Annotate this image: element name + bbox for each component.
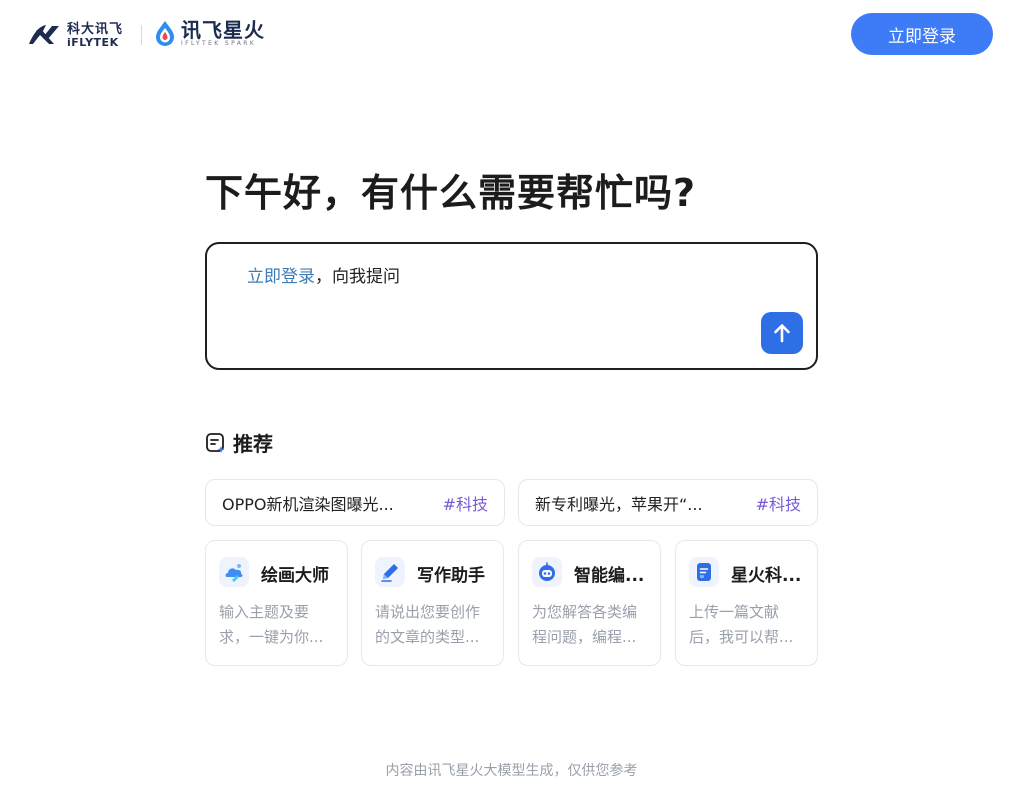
ask-login-link[interactable]: 立即登录 — [247, 267, 315, 287]
agent-name: 星火科... — [731, 566, 802, 586]
iflytek-logo-icon — [29, 25, 59, 44]
pen-icon — [375, 557, 405, 587]
ask-prompt-suffix: ，向我提问 — [315, 267, 400, 287]
agent-desc: 上传一篇文献后，我可以帮... — [689, 603, 794, 646]
topic-card[interactable]: 新专利曝光，苹果开“... #科技 — [518, 479, 818, 526]
iflytek-logo-cn: 科大讯飞 — [67, 21, 124, 37]
topic-text: 新专利曝光，苹果开“... — [535, 494, 703, 514]
ask-placeholder: 立即登录，向我提问 — [247, 262, 400, 287]
logo-divider — [141, 25, 142, 45]
ask-input-box[interactable]: 立即登录，向我提问 — [205, 242, 818, 370]
recommend-list-icon — [206, 432, 225, 453]
disclaimer-note: 内容由讯飞星火大模型生成，仅供您参考 — [385, 763, 638, 779]
topic-text: OPPO新机渲染图曝光... — [222, 494, 394, 514]
recommend-title: 推荐 — [233, 432, 273, 456]
agent-desc: 为您解答各类编程问题，编程... — [532, 603, 638, 646]
agent-card-literature[interactable]: 星火科... 上传一篇文献后，我可以帮... — [675, 540, 818, 666]
agent-desc: 请说出您要创作的文章的类型... — [375, 603, 481, 646]
login-button[interactable]: 立即登录 — [851, 13, 993, 55]
topic-card[interactable]: OPPO新机渲染图曝光... #科技 — [205, 479, 505, 526]
spark-drop-icon — [156, 21, 174, 46]
send-button[interactable] — [761, 312, 803, 354]
agent-card-coding[interactable]: 智能编... 为您解答各类编程问题，编程... — [518, 540, 661, 666]
topic-tag: #科技 — [755, 494, 801, 514]
spark-logo-en: IFLYTEK SPARK — [181, 39, 257, 47]
document-icon — [689, 557, 719, 587]
robot-icon — [532, 557, 562, 587]
paint-icon — [219, 557, 249, 587]
arrow-up-icon — [774, 324, 790, 343]
agent-name: 智能编... — [574, 566, 645, 586]
greeting-title: 下午好，有什么需要帮忙吗? — [205, 171, 697, 215]
recommend-header: 推荐 — [205, 428, 273, 457]
agent-desc: 输入主题及要求，一键为你... — [219, 603, 324, 646]
spark-logo[interactable]: 讯飞星火 IFLYTEK SPARK — [153, 19, 265, 47]
iflytek-logo[interactable]: 科大讯飞 iFLYTEK — [26, 22, 123, 48]
agent-name: 写作助手 — [417, 566, 485, 586]
agent-name: 绘画大师 — [261, 566, 329, 586]
spark-logo-cn: 讯飞星火 — [181, 17, 265, 42]
iflytek-logo-en: iFLYTEK — [67, 35, 119, 49]
top-header: 科大讯飞 iFLYTEK 讯飞星火 IFLYTEK SPARK 立即登录 — [0, 0, 1023, 68]
topic-tag: #科技 — [442, 494, 488, 514]
agent-card-writing[interactable]: 写作助手 请说出您要创作的文章的类型... — [361, 540, 504, 666]
agent-card-painting[interactable]: 绘画大师 输入主题及要求，一键为你... — [205, 540, 348, 666]
